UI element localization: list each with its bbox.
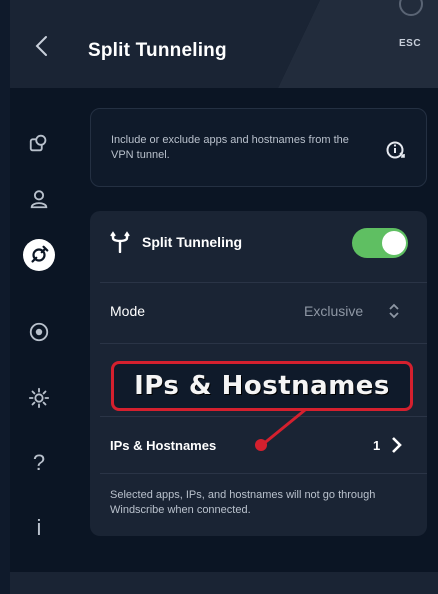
connection-settings-icon [29, 134, 47, 152]
sidebar-item-account[interactable] [24, 184, 54, 214]
callout-box: IPs & Hostnames [111, 361, 413, 411]
sidebar-item-split-tunneling[interactable] [23, 239, 55, 271]
split-tunneling-label: Split Tunneling [142, 234, 243, 250]
app-window: Split Tunneling ESC ? i Include or exclu… [10, 0, 438, 594]
back-button[interactable] [32, 34, 52, 58]
help-icon: ? [32, 450, 46, 475]
chevron-right-icon [392, 437, 402, 453]
chevron-updown-icon [389, 303, 399, 319]
divider [100, 473, 427, 474]
ips-hostnames-row[interactable]: IPs & Hostnames 1 [90, 425, 427, 465]
about-icon: i [36, 515, 42, 540]
esc-label: ESC [399, 38, 422, 49]
sidebar-item-about[interactable]: i [24, 513, 54, 543]
footer-description: Selected apps, IPs, and hostnames will n… [110, 489, 376, 516]
sidebar-item-help[interactable]: ? [24, 448, 54, 478]
split-tunneling-icon [31, 245, 49, 263]
header: Split Tunneling ESC [10, 0, 438, 88]
close-icon [399, 0, 423, 16]
info-card: Include or exclude apps and hostnames fr… [90, 108, 427, 187]
gear-icon [28, 387, 50, 409]
esc-button[interactable]: ESC [394, 0, 428, 56]
ips-hostnames-count: 1 [373, 438, 381, 453]
mode-value: Exclusive [304, 303, 364, 319]
divider [100, 343, 427, 344]
sidebar-item-robert[interactable] [24, 317, 54, 347]
info-link-button[interactable] [385, 139, 407, 161]
robert-icon [29, 322, 49, 342]
sidebar-item-preferences[interactable] [24, 383, 54, 413]
divider [100, 416, 427, 417]
callout-text: IPs & Hostnames [134, 371, 390, 401]
info-text: Include or exclude apps and hostnames fr… [111, 134, 349, 161]
chevron-left-icon [35, 36, 47, 56]
external-info-icon [386, 141, 405, 159]
mode-row[interactable]: Mode Exclusive [90, 283, 427, 335]
mode-label: Mode [110, 303, 146, 319]
account-icon [30, 190, 48, 209]
sidebar-item-connection[interactable] [24, 128, 54, 158]
split-tunneling-toggle[interactable] [352, 228, 408, 258]
split-fork-icon [110, 231, 130, 253]
page-title: Split Tunneling [88, 40, 227, 61]
bottom-bar [10, 572, 438, 594]
toggle-knob [382, 231, 406, 255]
ips-hostnames-label: IPs & Hostnames [110, 438, 217, 453]
sidebar: ? i [10, 88, 78, 594]
split-tunneling-row: Split Tunneling [90, 211, 427, 273]
